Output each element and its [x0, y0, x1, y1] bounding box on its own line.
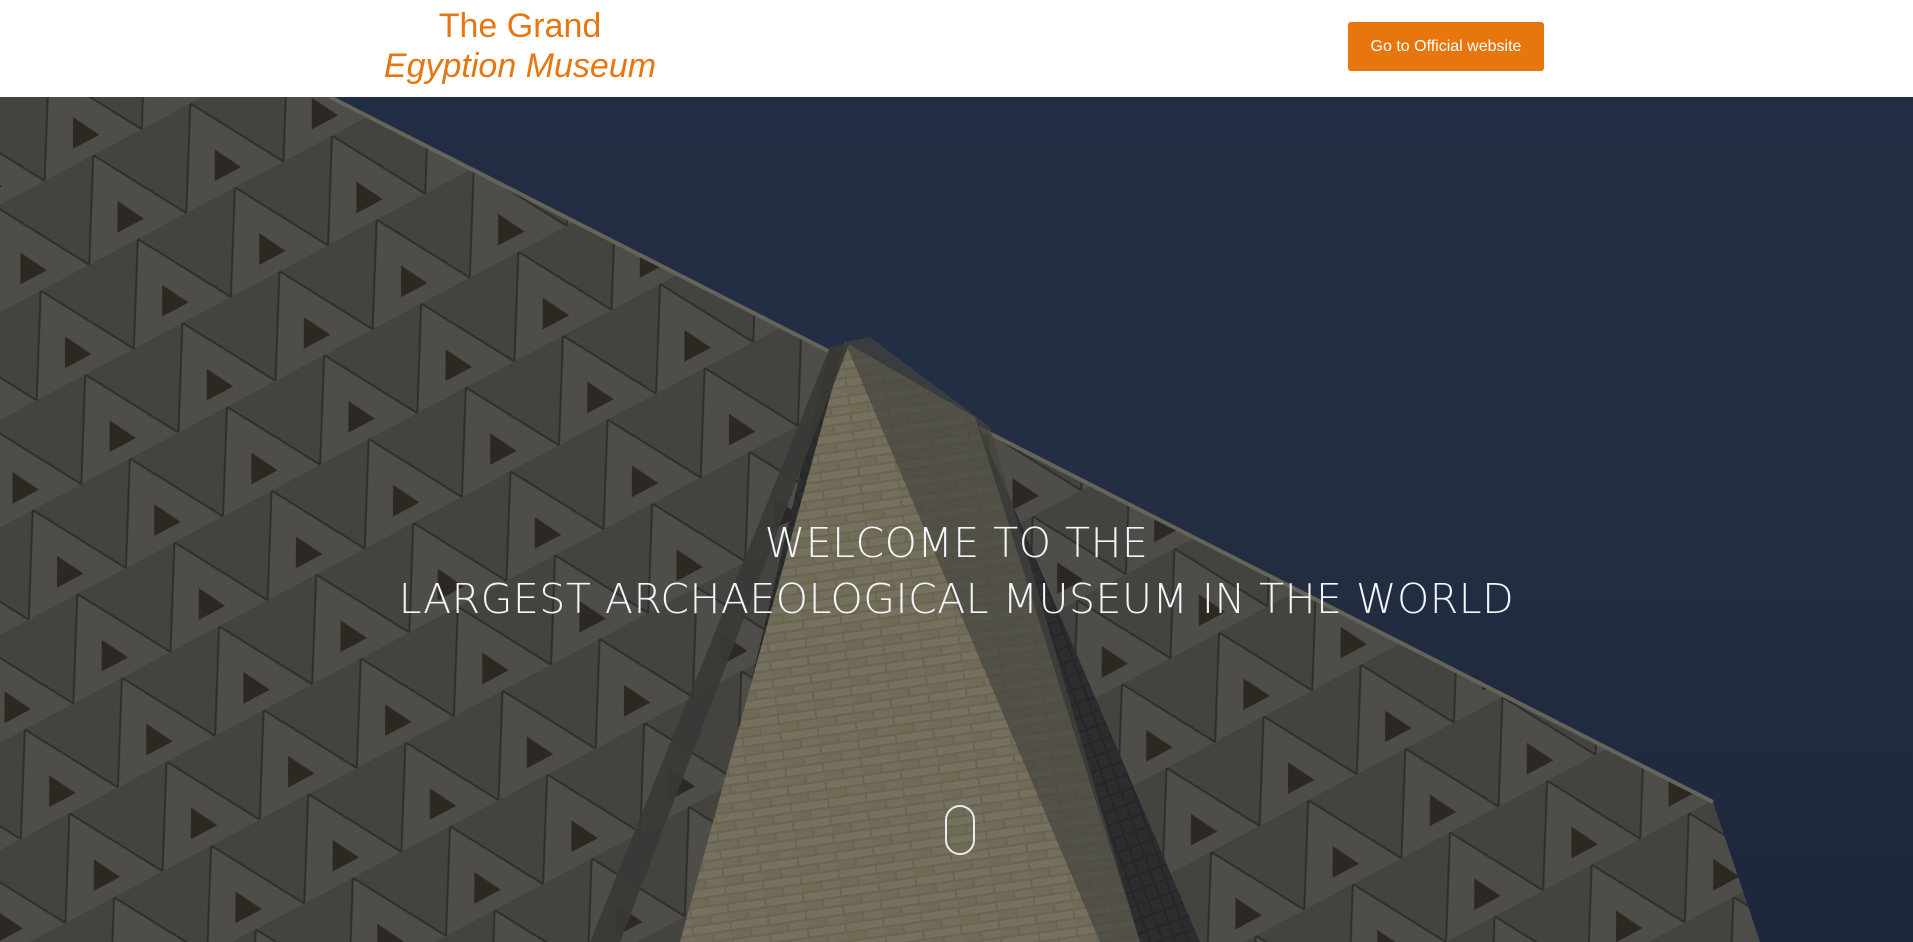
- headline-line-2: LARGEST ARCHAEOLOGICAL MUSEUM IN THE WOR…: [398, 575, 1515, 623]
- headline-line-1: WELCOME TO THE: [764, 519, 1149, 567]
- official-website-button[interactable]: Go to Official website: [1348, 22, 1544, 71]
- logo-line-2: Egyption Museum: [383, 47, 657, 85]
- hero-headline: WELCOME TO THE LARGEST ARCHAEOLOGICAL MU…: [0, 515, 1913, 627]
- scroll-down-mouse-icon[interactable]: [945, 805, 975, 855]
- logo-line-1: The Grand: [438, 7, 602, 45]
- site-logo[interactable]: The Grand Egyption Museum: [372, 6, 668, 86]
- site-header: The Grand Egyption Museum Go to Official…: [0, 0, 1913, 97]
